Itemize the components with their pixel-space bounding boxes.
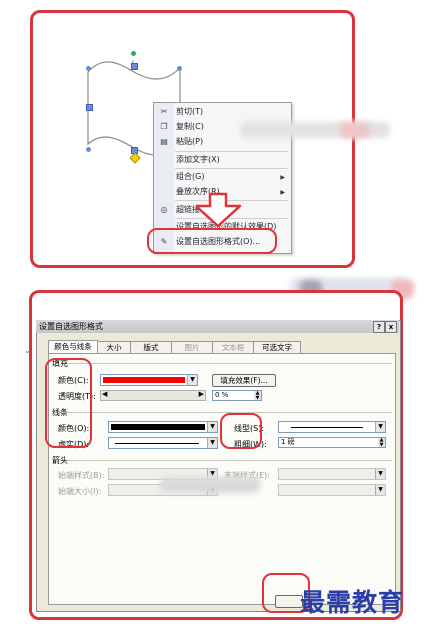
chevron-down-icon: ▼	[375, 485, 385, 495]
menu-separator	[175, 168, 288, 169]
submenu-arrow-icon: ▶	[280, 174, 285, 181]
highlight-box-format-shape	[147, 228, 277, 254]
line-weight-value: 1 磅	[281, 438, 295, 446]
menu-item-group[interactable]: 组合(G)	[176, 170, 204, 184]
spinner-arrows-icon[interactable]: ▲ ▼	[254, 391, 261, 400]
fill-color-swatch	[103, 377, 185, 383]
blurred-region	[160, 477, 260, 493]
chevron-down-icon: ▼	[187, 375, 197, 385]
transparency-slider[interactable]: ◀ ▶	[100, 390, 206, 401]
line-style-select[interactable]: ▼	[278, 421, 386, 433]
end-size-select[interactable]: ▼	[278, 484, 386, 496]
hyperlink-icon: ◎	[160, 205, 168, 214]
highlight-box-fill-line-labels	[45, 358, 92, 448]
scissors-icon: ✂	[160, 107, 168, 116]
chevron-down-icon: ▼	[207, 438, 217, 448]
menu-item-paste[interactable]: 粘贴(P)	[176, 135, 203, 149]
resize-handle-bottom-left[interactable]	[86, 147, 91, 152]
menu-separator	[175, 151, 288, 152]
group-divider	[68, 363, 392, 364]
close-button[interactable]: x	[385, 321, 397, 333]
watermark-logo: 最需教育	[300, 588, 405, 617]
fill-color-select[interactable]: ▼	[100, 374, 198, 386]
resize-handle-left[interactable]	[86, 104, 93, 111]
line-color-select[interactable]: ▼	[108, 421, 218, 433]
group-divider	[68, 460, 392, 461]
begin-size-label: 始端大小(I):	[58, 487, 102, 496]
dash-select[interactable]: ▼	[108, 437, 218, 449]
help-button[interactable]: ?	[373, 321, 385, 333]
resize-handle-top-right[interactable]	[177, 66, 182, 71]
resize-handle-top-left[interactable]	[86, 66, 91, 71]
chevron-down-icon: ▼	[375, 469, 385, 479]
menu-item-cut[interactable]: 剪切(T)	[176, 105, 203, 119]
slider-right-arrow-icon[interactable]: ▶	[199, 390, 204, 398]
paste-icon: ▤	[160, 137, 168, 146]
slider-left-arrow-icon[interactable]: ◀	[102, 390, 107, 398]
line-style-preview	[291, 427, 363, 428]
screenshot-canvas: { "context_menu": { "items": [ {"label":…	[0, 0, 424, 629]
arrows-group-label: 箭头	[52, 456, 68, 465]
dialog-title: 设置自选图形格式	[39, 322, 103, 331]
rotate-handle[interactable]	[131, 51, 136, 56]
resize-handle-top[interactable]	[131, 63, 138, 70]
chevron-down-icon: ▼	[375, 422, 385, 432]
pointer-arrow-icon	[196, 192, 242, 228]
chevron-down-icon: ▼	[207, 422, 217, 432]
line-weight-spinner[interactable]: 1 磅 ▲ ▼	[278, 437, 386, 448]
transparency-spinner[interactable]: 0 % ▲ ▼	[212, 390, 262, 401]
end-style-select[interactable]: ▼	[278, 468, 386, 480]
menu-item-add-text[interactable]: 添加文字(X)	[176, 153, 220, 167]
ok-button[interactable]	[275, 595, 303, 608]
spinner-arrows-icon[interactable]: ▲ ▼	[378, 438, 385, 447]
menu-item-copy[interactable]: 复制(C)	[176, 120, 204, 134]
highlight-box-line-style-weight	[220, 413, 262, 449]
dash-preview	[115, 443, 199, 444]
fill-effects-button[interactable]: 填充效果(F)...	[212, 374, 276, 387]
transparency-value: 0 %	[215, 391, 229, 399]
tab-colors-lines[interactable]: 颜色与线条	[48, 340, 98, 354]
copy-icon: ❐	[160, 122, 168, 131]
submenu-arrow-icon: ▶	[280, 189, 285, 196]
chevron-down-icon: ⌄	[24, 346, 31, 355]
begin-style-label: 始端样式(B):	[58, 471, 105, 480]
line-color-swatch	[111, 424, 205, 430]
dialog-titlebar: 设置自选图形格式 ? x	[36, 320, 399, 333]
blurred-region	[340, 122, 370, 138]
